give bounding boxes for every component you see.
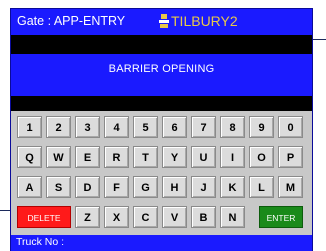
key-n[interactable]: N <box>220 206 245 228</box>
key-m[interactable]: M <box>278 176 303 198</box>
key-k[interactable]: K <box>220 176 245 198</box>
key-v[interactable]: V <box>162 206 187 228</box>
enter-button[interactable]: ENTER <box>259 206 303 228</box>
on-screen-keyboard: 1 2 3 4 5 6 7 8 9 0 Q W E R T Y U I O P … <box>11 111 312 235</box>
key-y[interactable]: Y <box>162 146 187 168</box>
key-4[interactable]: 4 <box>104 116 129 138</box>
truck-number-bar: Truck No : <box>11 235 312 251</box>
key-r[interactable]: R <box>104 146 129 168</box>
logo-emblem-icon <box>159 14 169 28</box>
key-7[interactable]: 7 <box>191 116 216 138</box>
key-l[interactable]: L <box>249 176 274 198</box>
key-b[interactable]: B <box>191 206 216 228</box>
key-u[interactable]: U <box>191 146 216 168</box>
gate-label: Gate : APP-ENTRY <box>17 14 126 28</box>
black-band-top <box>11 35 312 54</box>
terminal-screen: Gate : APP-ENTRY TILBURY2 BARRIER OPENIN… <box>10 8 313 251</box>
key-2[interactable]: 2 <box>46 116 71 138</box>
key-9[interactable]: 9 <box>249 116 274 138</box>
key-6[interactable]: 6 <box>162 116 187 138</box>
key-p[interactable]: P <box>278 146 303 168</box>
key-5[interactable]: 5 <box>133 116 158 138</box>
key-s[interactable]: S <box>46 176 71 198</box>
key-3[interactable]: 3 <box>75 116 100 138</box>
key-j[interactable]: J <box>191 176 216 198</box>
key-f[interactable]: F <box>104 176 129 198</box>
key-z[interactable]: Z <box>75 206 100 228</box>
key-i[interactable]: I <box>220 146 245 168</box>
key-c[interactable]: C <box>133 206 158 228</box>
key-t[interactable]: T <box>133 146 158 168</box>
header-bar: Gate : APP-ENTRY TILBURY2 <box>11 9 312 35</box>
key-o[interactable]: O <box>249 146 274 168</box>
tilbury-logo: TILBURY2 <box>159 11 238 31</box>
callout-line-top <box>311 39 326 40</box>
message-area: BARRIER OPENING <box>11 54 312 96</box>
key-d[interactable]: D <box>75 176 100 198</box>
key-x[interactable]: X <box>104 206 129 228</box>
key-w[interactable]: W <box>46 146 71 168</box>
key-h[interactable]: H <box>162 176 187 198</box>
key-e[interactable]: E <box>75 146 100 168</box>
logo-text: TILBURY2 <box>171 13 238 29</box>
delete-button[interactable]: DELETE <box>17 206 71 228</box>
key-0[interactable]: 0 <box>278 116 303 138</box>
truck-number-label: Truck No : <box>16 236 65 248</box>
key-q[interactable]: Q <box>17 146 42 168</box>
key-8[interactable]: 8 <box>220 116 245 138</box>
key-a[interactable]: A <box>17 176 42 198</box>
black-band-bottom <box>11 96 312 111</box>
key-1[interactable]: 1 <box>17 116 42 138</box>
key-g[interactable]: G <box>133 176 158 198</box>
status-message: BARRIER OPENING <box>108 63 215 75</box>
